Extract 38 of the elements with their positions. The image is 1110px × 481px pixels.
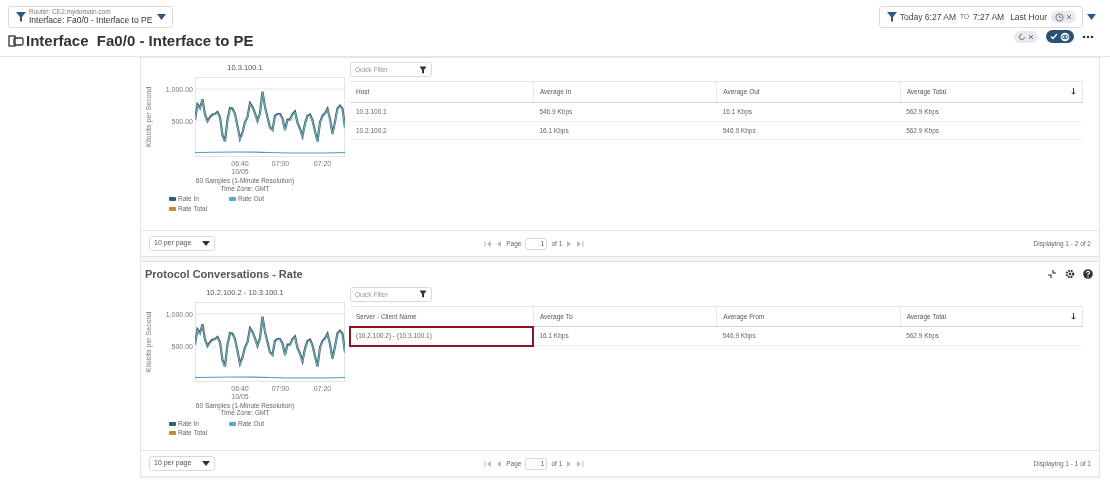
sort-arrow-icon[interactable]: [1071, 312, 1076, 320]
page-title: Interface Fa0/0 - Interface to PE: [26, 31, 254, 51]
next-page-icon[interactable]: [566, 459, 573, 468]
panel-title: Protocol Conversations - Rate: [145, 267, 303, 282]
more-icon[interactable]: [1082, 34, 1094, 39]
filter-icon: [419, 290, 427, 298]
close-icon[interactable]: [1066, 14, 1072, 20]
sort-arrow-icon[interactable]: [1071, 88, 1076, 96]
caret-icon: [202, 241, 210, 246]
refresh-icon: [1018, 32, 1026, 41]
time-from: Today 6:27 AM: [899, 10, 957, 24]
next-page-icon[interactable]: [566, 239, 573, 248]
filter-icon: [885, 11, 898, 23]
previous-page-icon[interactable]: [496, 239, 503, 248]
filter-icon: [15, 11, 27, 23]
check-icon: [1050, 33, 1058, 40]
previous-page-icon[interactable]: [496, 459, 503, 468]
time-to: 7:27 AM: [972, 10, 1005, 24]
settings-icon[interactable]: [1065, 269, 1075, 280]
clock-icon: [1055, 12, 1064, 22]
close-icon[interactable]: [1028, 33, 1034, 40]
last-page-icon[interactable]: [576, 459, 585, 468]
time-preset: Last Hour: [1010, 10, 1047, 24]
first-page-icon[interactable]: [484, 239, 493, 248]
caret-icon: [157, 14, 166, 20]
refresh-chip[interactable]: [1014, 30, 1038, 43]
view-toggle[interactable]: [1046, 30, 1074, 43]
first-page-icon[interactable]: [484, 459, 493, 468]
clock-chip[interactable]: [1051, 11, 1076, 23]
help-icon[interactable]: [1083, 269, 1093, 280]
caret-icon: [202, 461, 210, 466]
interface-label: Interface: Fa0/0 - Interface to PE: [29, 15, 154, 25]
last-page-icon[interactable]: [576, 239, 585, 248]
eye-icon: [1060, 31, 1070, 42]
collapse-icon[interactable]: [1047, 269, 1057, 280]
dropdown-caret-icon[interactable]: [1087, 14, 1096, 20]
filter-icon: [419, 65, 427, 74]
interface-icon: [8, 34, 24, 48]
